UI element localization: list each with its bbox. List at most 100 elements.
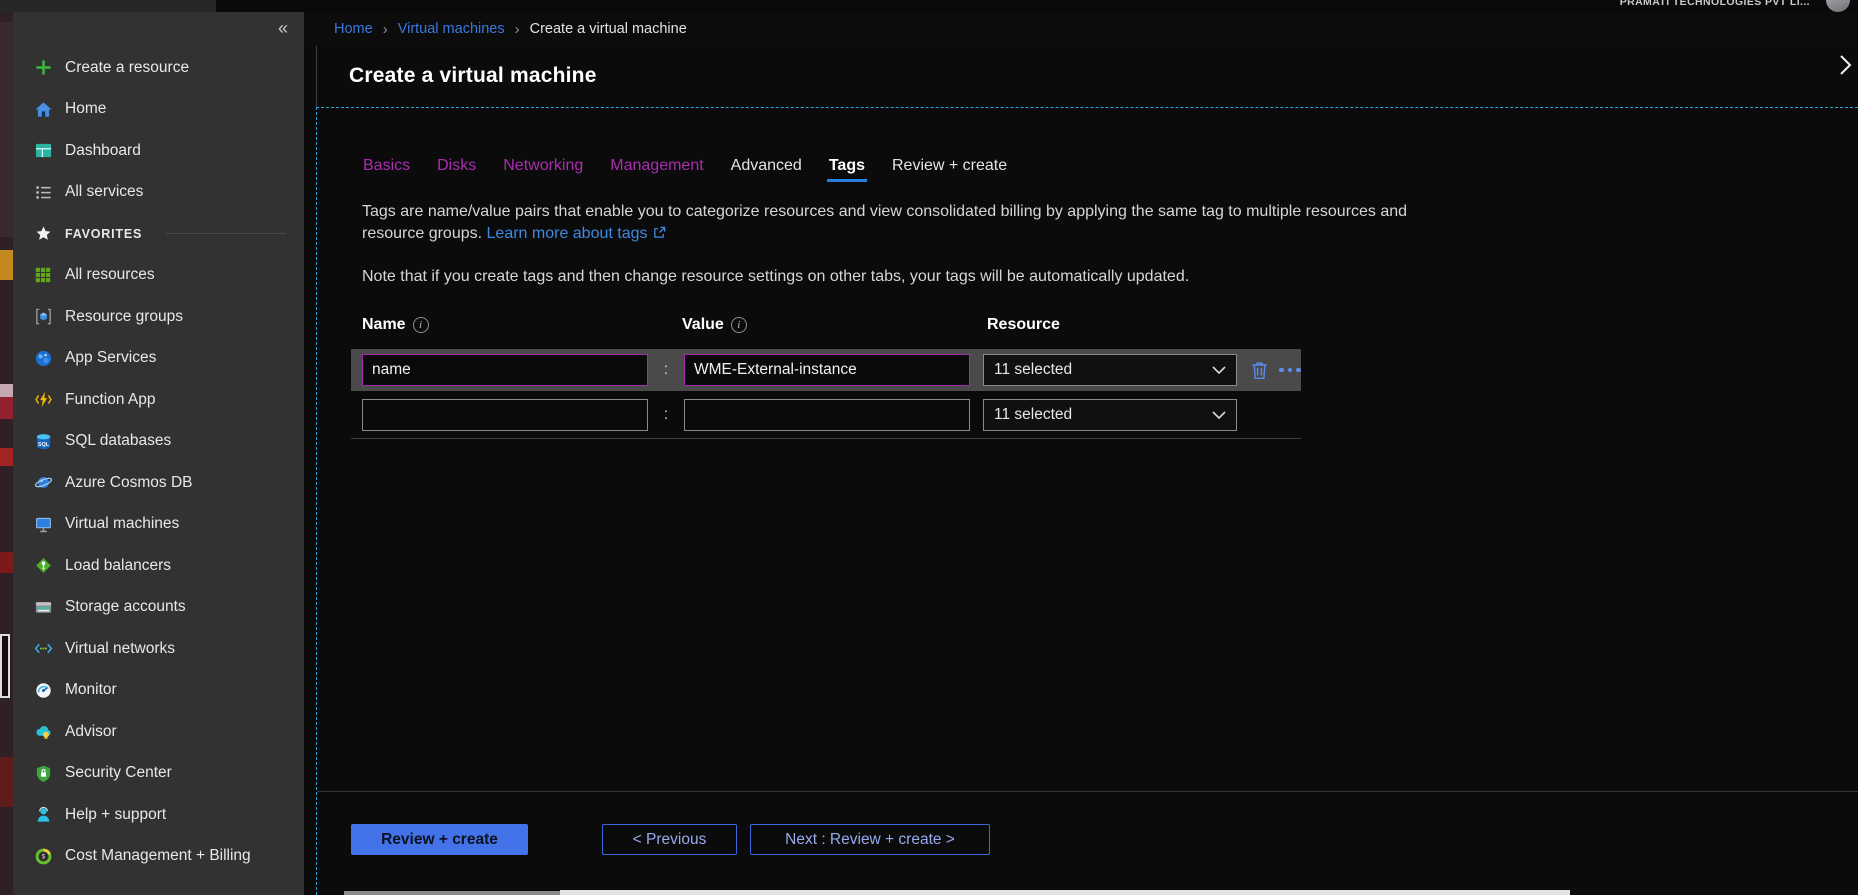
tab-advanced[interactable]: Advanced: [731, 157, 802, 175]
dock-fragment: [0, 634, 10, 698]
background-window-sliver: [344, 891, 560, 895]
info-icon[interactable]: i: [731, 317, 747, 333]
previous-button[interactable]: < Previous: [602, 824, 737, 855]
sidebar-item-help-support[interactable]: Help + support: [13, 794, 304, 836]
storage-accounts-icon: [33, 597, 53, 617]
function-app-icon: [33, 390, 53, 410]
resource-dropdown-value: 11 selected: [994, 406, 1072, 424]
sidebar-item-load-balancers[interactable]: Load balancers: [13, 545, 304, 587]
tab-networking[interactable]: Networking: [503, 157, 583, 175]
chevron-right-separator-icon: ›: [383, 21, 388, 38]
sidebar-item-azure-cosmos-db[interactable]: Azure Cosmos DB: [13, 462, 304, 504]
virtual-machines-icon: [33, 514, 53, 534]
resource-dropdown[interactable]: 11 selected: [983, 354, 1237, 386]
sidebar-item-resource-groups[interactable]: Resource groups: [13, 296, 304, 338]
sidebar-item-label: SQL databases: [65, 432, 171, 450]
sidebar-item-label: Resource groups: [65, 308, 183, 326]
svg-text:$: $: [41, 853, 45, 860]
tag-row-1: : 11 selected: [351, 349, 1301, 391]
sidebar-item-sql-databases[interactable]: SQL SQL databases: [13, 421, 304, 463]
plus-icon: [33, 58, 53, 78]
more-options-icon[interactable]: [1279, 368, 1301, 373]
sidebar-item-label: All services: [65, 183, 143, 201]
delete-row-icon[interactable]: [1251, 361, 1268, 380]
learn-more-label: Learn more about tags: [487, 225, 648, 242]
tag-value-input[interactable]: [684, 354, 970, 386]
sidebar-item-function-app[interactable]: Function App: [13, 379, 304, 421]
tab-bar: Basics Disks Networking Management Advan…: [363, 157, 1858, 175]
sidebar-item-label: Help + support: [65, 806, 166, 824]
background-dock-strip: [0, 12, 13, 895]
sidebar-item-label: Monitor: [65, 681, 117, 699]
sidebar-item-dashboard[interactable]: Dashboard: [13, 130, 304, 172]
azure-portal-screen: PRAMATI TECHNOLOGIES PVT LI... « Create …: [0, 0, 1858, 895]
sidebar-item-advisor[interactable]: Advisor: [13, 711, 304, 753]
resource-dropdown-value: 11 selected: [994, 361, 1072, 379]
tab-basics[interactable]: Basics: [363, 157, 410, 175]
sidebar-section-label: FAVORITES: [65, 227, 142, 241]
breadcrumb-home-link[interactable]: Home: [334, 21, 373, 37]
table-bottom-border: [351, 438, 1301, 439]
avatar[interactable]: [1826, 0, 1850, 12]
virtual-networks-icon: [33, 639, 53, 659]
dock-fragment: [0, 22, 13, 237]
chevron-down-icon: [1212, 366, 1226, 375]
tab-tags[interactable]: Tags: [829, 157, 865, 175]
learn-more-link[interactable]: Learn more about tags: [487, 225, 666, 242]
sidebar-item-virtual-networks[interactable]: Virtual networks: [13, 628, 304, 670]
sidebar-item-app-services[interactable]: App Services: [13, 338, 304, 380]
sidebar-item-label: Home: [65, 100, 106, 118]
sidebar-item-label: Virtual networks: [65, 640, 175, 658]
sidebar-item-label: Cost Management + Billing: [65, 847, 251, 865]
column-header-name: Name i: [362, 316, 682, 334]
info-icon[interactable]: i: [413, 317, 429, 333]
tab-content-region: Basics Disks Networking Management Advan…: [316, 107, 1858, 895]
sidebar-item-home[interactable]: Home: [13, 89, 304, 131]
dock-fragment: [0, 384, 13, 397]
sidebar-item-monitor[interactable]: Monitor: [13, 670, 304, 712]
security-center-icon: [33, 763, 53, 783]
tab-management[interactable]: Management: [610, 157, 703, 175]
dock-fragment: [0, 250, 13, 280]
load-balancers-icon: [33, 556, 53, 576]
resource-dropdown[interactable]: 11 selected: [983, 399, 1237, 431]
sidebar-item-all-services[interactable]: All services: [13, 172, 304, 214]
home-icon: [33, 99, 53, 119]
sidebar-item-create-a-resource[interactable]: Create a resource: [13, 47, 304, 89]
tab-disks[interactable]: Disks: [437, 157, 476, 175]
page-title: Create a virtual machine: [349, 64, 597, 88]
tag-name-input[interactable]: [362, 399, 648, 431]
tags-table: Name i Value i Resource :: [351, 316, 1858, 439]
dock-fragment: [0, 757, 13, 807]
resource-groups-icon: [33, 307, 53, 327]
sidebar-item-label: Function App: [65, 391, 155, 409]
breadcrumb-virtual-machines-link[interactable]: Virtual machines: [398, 21, 505, 37]
chevron-right-icon[interactable]: [1839, 54, 1852, 81]
next-button[interactable]: Next : Review + create >: [750, 824, 990, 855]
tab-review-create[interactable]: Review + create: [892, 157, 1007, 175]
colon-separator: :: [648, 406, 684, 424]
all-resources-icon: [33, 265, 53, 285]
sidebar-item-label: Virtual machines: [65, 515, 179, 533]
column-header-resource: Resource: [987, 316, 1060, 334]
sidebar-item-label: Azure Cosmos DB: [65, 474, 192, 492]
sidebar-item-storage-accounts[interactable]: Storage accounts: [13, 587, 304, 629]
colon-separator: :: [648, 361, 684, 379]
tag-name-input[interactable]: [362, 354, 648, 386]
column-header-name-label: Name: [362, 316, 406, 334]
chevron-down-icon: [1212, 411, 1226, 420]
table-rows: : 11 selected : 11: [351, 349, 1858, 439]
main-panel: Home › Virtual machines › Create a virtu…: [304, 12, 1858, 895]
tag-value-input[interactable]: [684, 399, 970, 431]
sidebar-item-security-center[interactable]: Security Center: [13, 753, 304, 795]
review-create-button[interactable]: Review + create: [351, 824, 528, 855]
sidebar-item-virtual-machines[interactable]: Virtual machines: [13, 504, 304, 546]
sidebar-item-cost-management-billing[interactable]: $ Cost Management + Billing: [13, 836, 304, 878]
all-services-icon: [33, 182, 53, 202]
collapse-sidebar-icon[interactable]: «: [278, 18, 288, 39]
cosmos-db-icon: [33, 473, 53, 493]
breadcrumb-current: Create a virtual machine: [530, 21, 687, 37]
tag-row-2: : 11 selected: [351, 396, 1301, 434]
top-bar: PRAMATI TECHNOLOGIES PVT LI...: [0, 0, 1858, 12]
sidebar-item-all-resources[interactable]: All resources: [13, 255, 304, 297]
